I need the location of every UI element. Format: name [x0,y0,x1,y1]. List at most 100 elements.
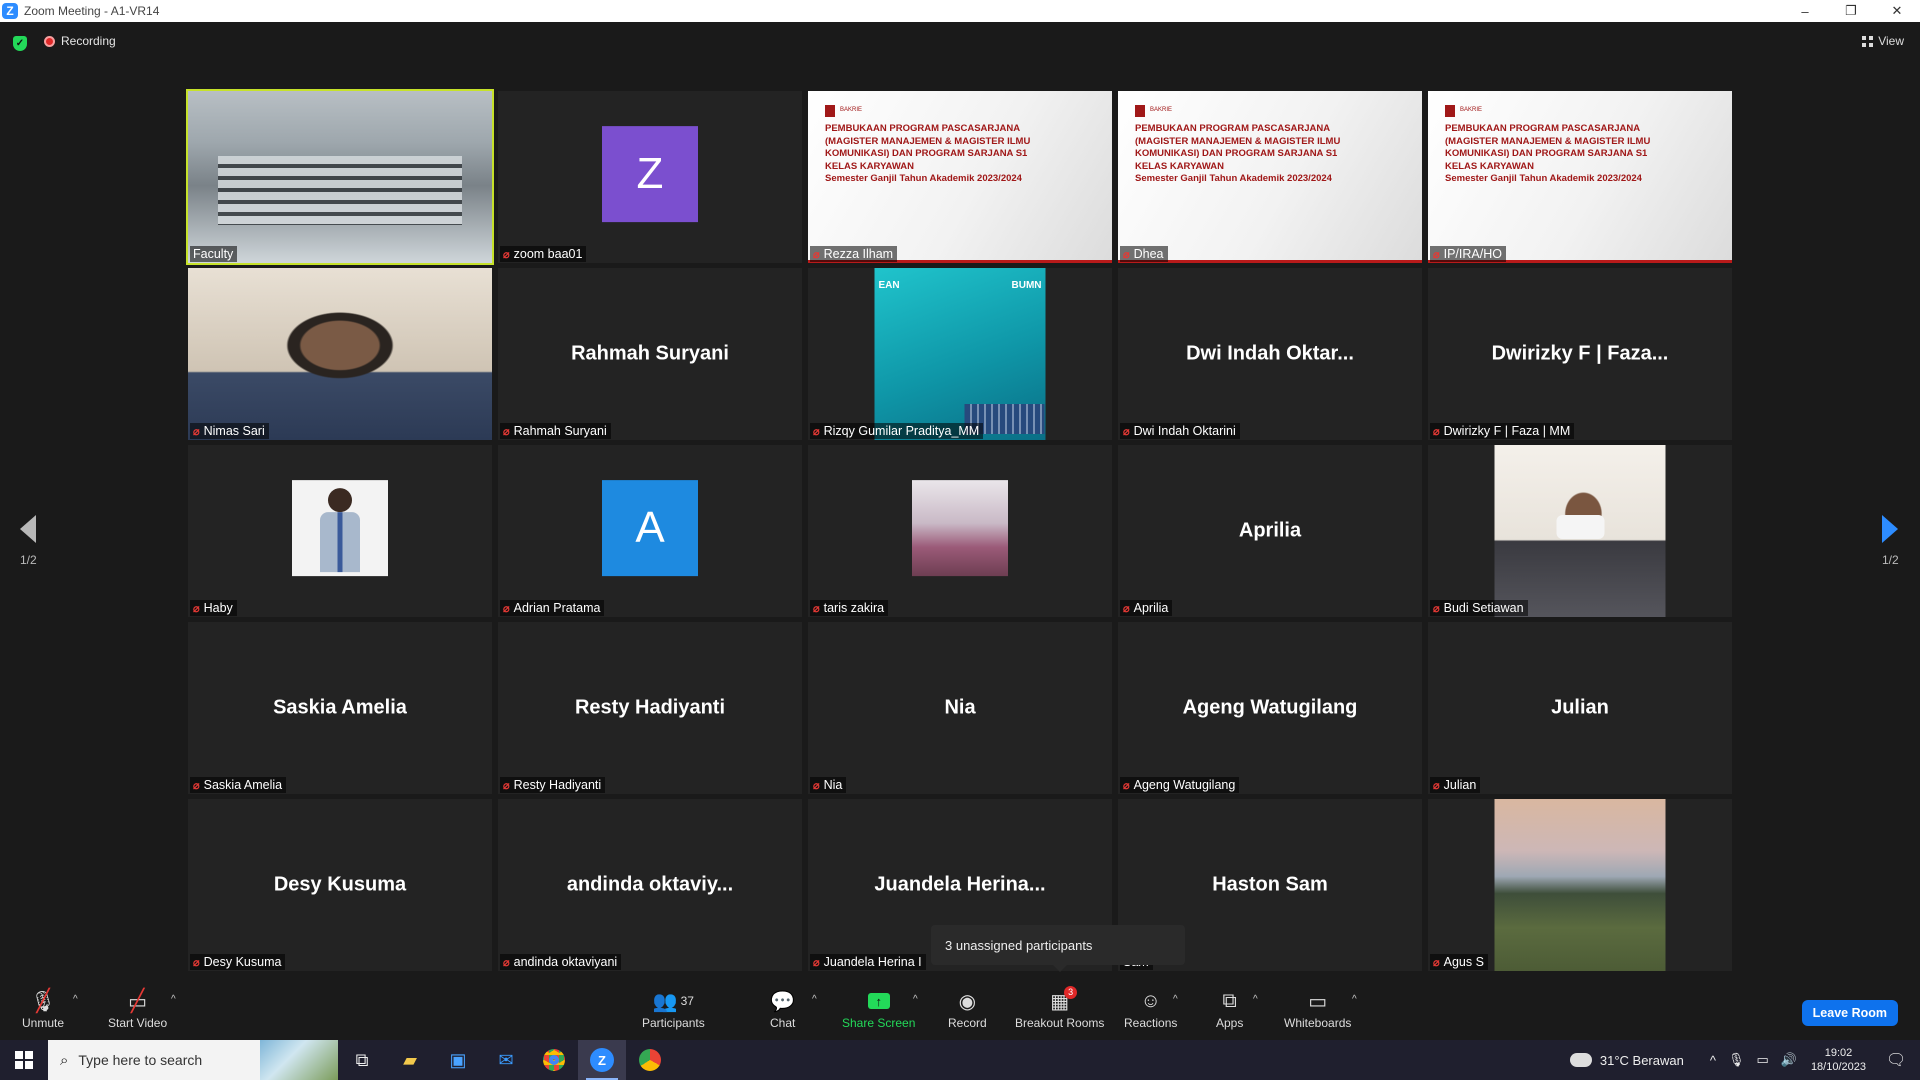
chrome-icon[interactable] [530,1040,578,1080]
participant-name: Julian [1443,778,1477,792]
clock-time: 19:02 [1824,1047,1853,1059]
participant-tile[interactable]: Nia ⌀ Nia [808,622,1112,794]
participant-tile[interactable]: Aprilia ⌀ Aprilia [1118,445,1422,617]
participant-tile[interactable]: Resty Hadiyanti ⌀ Resty Hadiyanti [498,622,802,794]
restore-button[interactable]: ❐ [1828,0,1874,22]
previous-page-nav[interactable]: 1/2 [20,515,37,567]
participant-profile-image [912,480,1008,577]
page-indicator-left: 1/2 [20,553,37,567]
weather-text: 31°C Berawan [1599,1052,1684,1068]
window-controls: – ❐ ✕ [1782,0,1920,22]
view-button[interactable]: View [1862,34,1904,48]
participant-tile[interactable]: Ageng Watugilang ⌀ Ageng Watugilang [1118,622,1422,794]
tray-chevron-icon[interactable]: ^ [1710,1053,1716,1068]
close-button[interactable]: ✕ [1874,0,1920,22]
network-icon[interactable]: ▭ [1756,1052,1768,1068]
share-screen-button[interactable]: ↑ Share Screen [842,990,915,1030]
whiteboards-button[interactable]: ▭ Whiteboards [1284,990,1351,1031]
participant-display-name: Juandela Herina... [874,873,1046,896]
chat-options-caret-icon[interactable]: ^ [812,994,817,1005]
shared-slide-background: BAKRIE PEMBUKAAN PROGRAM PASCASARJANA (MAG… [808,91,1112,263]
unmute-button[interactable]: 🎙 ╱ Unmute [22,988,64,1030]
arrow-left-icon[interactable] [20,515,37,543]
participant-tile[interactable]: ⌀ taris zakira [808,445,1112,617]
microphone-muted-icon: ⌀ [1123,779,1130,792]
participant-name-label: ⌀ Nia [810,777,847,793]
participant-tile[interactable]: ⌀ Haby [188,445,492,617]
microphone-muted-icon: ⌀ [503,425,510,438]
windows-start-icon[interactable] [0,1040,48,1080]
whiteboards-options-caret-icon[interactable]: ^ [1352,994,1357,1005]
reactions-options-caret-icon[interactable]: ^ [1173,994,1178,1005]
participant-tile[interactable]: Dwirizky F | Faza... ⌀ Dwirizky F | Faza |… [1428,268,1732,440]
participant-tile[interactable]: EAN BUMN ⌀ Rizqy Gumilar Praditya_MM [808,268,1112,440]
audio-options-caret-icon[interactable]: ^ [73,994,78,1005]
slide-title-text: PEMBUKAAN PROGRAM PASCASARJANA (MAGISTER … [1445,123,1722,186]
participant-tile[interactable]: ⌀ Budi Setiawan [1428,445,1732,617]
taskbar-clock[interactable]: 19:02 18/10/2023 [1811,1046,1866,1074]
microphone-muted-icon: ⌀ [1123,425,1130,438]
taskbar-search-box[interactable]: ⌕ Type here to search [48,1040,338,1080]
security-shield-icon[interactable]: ✓ [13,36,27,51]
participant-tile[interactable]: Julian ⌀ Julian [1428,622,1732,794]
participants-button[interactable]: 👥 37 Participants [642,990,705,1031]
microphone-muted-icon: ⌀ [503,956,510,969]
slide-text-line: PEMBUKAAN PROGRAM PASCASARJANA [1445,123,1641,134]
participant-display-name: Saskia Amelia [273,696,407,719]
participant-name: Ageng Watugilang [1133,778,1236,792]
participant-tile[interactable]: BAKRIE PEMBUKAAN PROGRAM PASCASARJANA (MAG… [808,91,1112,263]
volume-icon[interactable]: 🔊 [1781,1052,1797,1068]
participant-tile[interactable]: Desy Kusuma ⌀ Desy Kusuma [188,799,492,971]
participant-tile[interactable]: andinda oktaviy... ⌀ andinda oktaviyani [498,799,802,971]
minimize-button[interactable]: – [1782,0,1828,22]
participant-name: Nimas Sari [203,424,265,438]
task-view-icon[interactable]: ⧉ [338,1040,386,1080]
chat-button[interactable]: 💬 Chat [770,990,796,1031]
arrow-right-icon[interactable] [1882,515,1899,543]
reactions-button[interactable]: ☺ Reactions [1124,990,1177,1031]
breakout-rooms-button[interactable]: ▦ 3 Breakout Rooms [1015,986,1104,1030]
leave-room-button[interactable]: Leave Room [1801,1000,1898,1026]
apps-options-caret-icon[interactable]: ^ [1253,994,1258,1005]
slide-text-line: Semester Ganjil Tahun Akademik 2023/2024 [825,173,1022,184]
participant-name-label: ⌀ Juandela Herina I [810,954,926,970]
start-video-button[interactable]: ▭ ╱ Start Video [108,988,167,1030]
participant-name: Agus S [1443,955,1484,969]
chrome-profile-icon[interactable] [626,1040,674,1080]
participant-name: Resty Hadiyanti [513,778,602,792]
recording-indicator[interactable]: Recording [44,34,116,48]
weather-widget[interactable]: 31°C Berawan [1565,1048,1684,1068]
participant-name: Dwi Indah Oktarini [1133,424,1236,438]
participant-tile[interactable]: A ⌀ Adrian Pratama [498,445,802,617]
participant-tile[interactable]: ⌀ Nimas Sari [188,268,492,440]
video-options-caret-icon[interactable]: ^ [171,994,176,1005]
microsoft-store-icon[interactable]: ▣ [434,1040,482,1080]
participant-tile[interactable]: BAKRIE PEMBUKAAN PROGRAM PASCASARJANA (MAG… [1118,91,1422,263]
microphone-muted-icon: ⌀ [1433,956,1440,969]
participant-name-label: ⌀ Agus S [1430,954,1488,970]
next-page-nav[interactable]: 1/2 [1882,515,1899,567]
tray-microphone-icon[interactable]: 🎙 [1728,1052,1745,1068]
participant-tile[interactable]: Rahmah Suryani ⌀ Rahmah Suryani [498,268,802,440]
participant-name-label: ⌀ Rezza Ilham [810,246,898,262]
chat-bubble-icon: 💬 [770,990,796,1013]
participant-tile[interactable]: Z ⌀ zoom baa01 [498,91,802,263]
mail-icon[interactable]: ✉ [482,1040,530,1080]
record-button[interactable]: ◉ Record [948,990,987,1031]
notifications-icon[interactable]: 🗨 [1886,1050,1914,1070]
participant-tile[interactable]: Dwi Indah Oktar... ⌀ Dwi Indah Oktarini [1118,268,1422,440]
participant-display-name: Haston Sam [1212,873,1328,896]
participant-name: Budi Setiawan [1443,601,1524,615]
microphone-muted-icon: 🎙 ╱ [30,988,56,1013]
share-options-caret-icon[interactable]: ^ [913,994,918,1005]
participant-name-label: ⌀ Rizqy Gumilar Praditya_MM [810,423,984,439]
zoom-taskbar-icon[interactable]: Z [578,1040,626,1080]
participant-tile[interactable]: Faculty [186,89,494,265]
participant-tile[interactable]: ⌀ Agus S [1428,799,1732,971]
participant-tile[interactable]: BAKRIE PEMBUKAAN PROGRAM PASCASARJANA (MAG… [1428,91,1732,263]
participant-name-label: ⌀ Haby [190,600,237,616]
file-explorer-icon[interactable]: ▰ [386,1040,434,1080]
apps-button[interactable]: ⧉ Apps [1216,990,1243,1031]
participant-name-label: ⌀ Julian [1430,777,1481,793]
participant-tile[interactable]: Saskia Amelia ⌀ Saskia Amelia [188,622,492,794]
